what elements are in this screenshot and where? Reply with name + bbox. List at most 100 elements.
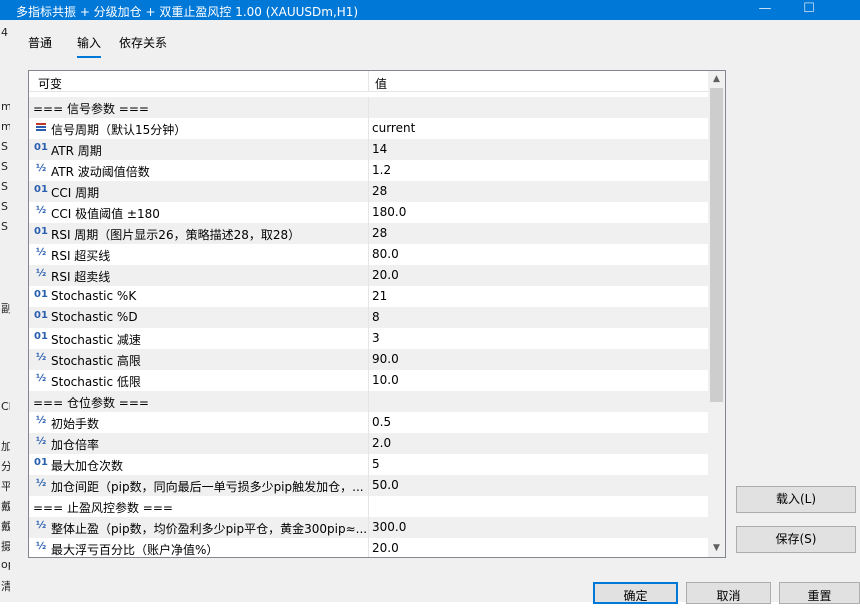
double-icon: ½ [35, 478, 47, 489]
parameter-value[interactable]: 20.0 [372, 541, 399, 555]
parameter-value[interactable]: 28 [372, 226, 387, 240]
double-icon: ½ [35, 436, 47, 447]
column-divider [368, 517, 369, 538]
parameter-value[interactable]: 300.0 [372, 520, 406, 534]
double-icon: ½ [35, 541, 47, 552]
column-divider [368, 412, 369, 433]
grid-header: 可变 值 [29, 71, 708, 92]
column-divider [368, 433, 369, 454]
parameter-name: === 止盈风控参数 === [33, 501, 173, 515]
reset-button[interactable]: 重置 [779, 582, 860, 604]
parameter-value[interactable]: 28 [372, 184, 387, 198]
table-row[interactable]: 01 Stochastic %D 8 [29, 307, 708, 328]
ea-properties-dialog: 普通 输入 依存关系 可变 值 === 信号参数 === 信号周期（默认15分钟）… [10, 20, 860, 604]
parameter-name: 加仓间距（pip数，同向最后一单亏损多少pip触发加仓，... [51, 480, 364, 494]
parameter-value[interactable]: 2.0 [372, 436, 391, 450]
parameter-name: Stochastic 减速 [51, 333, 141, 347]
parameter-name: CCI 周期 [51, 186, 100, 200]
table-row[interactable]: 01 Stochastic %K 21 [29, 286, 708, 307]
parameter-value[interactable]: 80.0 [372, 247, 399, 261]
parameter-name: === 仓位参数 === [33, 396, 149, 410]
column-divider [368, 97, 369, 118]
integer-icon: 01 [34, 310, 48, 321]
maximize-button[interactable]: ☐ [786, 0, 832, 20]
scroll-up-arrow-icon[interactable]: ▲ [708, 71, 725, 88]
background-text: S [1, 220, 8, 233]
column-divider [368, 265, 369, 286]
table-row[interactable]: ½ 加仓倍率 2.0 [29, 433, 708, 454]
ok-button[interactable]: 确定 [593, 582, 678, 604]
load-button[interactable]: 载入(L) [736, 486, 856, 513]
table-row[interactable]: 01 CCI 周期 28 [29, 181, 708, 202]
table-row[interactable]: ½ RSI 超买线 80.0 [29, 244, 708, 265]
double-icon: ½ [35, 352, 47, 363]
parameter-value[interactable]: 5 [372, 457, 380, 471]
parameter-value[interactable]: 20.0 [372, 268, 399, 282]
tab-dependencies[interactable]: 依存关系 [119, 34, 167, 56]
scroll-down-arrow-icon[interactable]: ▼ [708, 540, 725, 557]
column-divider [368, 223, 369, 244]
table-row[interactable]: ½ Stochastic 高限 90.0 [29, 349, 708, 370]
window-title: 多指标共振 + 分级加仓 + 双重止盈风控 1.00 (XAUUSDm,H1) [16, 5, 359, 19]
table-row[interactable]: ½ Stochastic 低限 10.0 [29, 370, 708, 391]
parameter-value[interactable]: 10.0 [372, 373, 399, 387]
table-row[interactable]: ½ RSI 超卖线 20.0 [29, 265, 708, 286]
table-row[interactable]: 01 Stochastic 减速 3 [29, 328, 708, 349]
parameter-value[interactable]: 3 [372, 331, 380, 345]
parameter-value[interactable]: 90.0 [372, 352, 399, 366]
section-row[interactable]: === 信号参数 === [29, 97, 708, 118]
inputs-grid: 可变 值 === 信号参数 === 信号周期（默认15分钟） current 01 AT… [28, 70, 726, 558]
parameter-name: 最大浮亏百分比（账户净值%） [51, 543, 219, 557]
vertical-scrollbar[interactable]: ▲ ▼ [708, 71, 725, 557]
tab-common[interactable]: 普通 [28, 34, 52, 56]
parameter-value[interactable]: 1.2 [372, 163, 391, 177]
parameter-name: Stochastic 低限 [51, 375, 141, 389]
column-divider [368, 139, 369, 160]
parameter-value[interactable]: 8 [372, 310, 380, 324]
double-icon: ½ [35, 205, 47, 216]
table-row[interactable]: 01 RSI 周期（图片显示26，策略描述28，取28） 28 [29, 223, 708, 244]
table-row[interactable]: ½ 最大浮亏百分比（账户净值%） 20.0 [29, 538, 708, 557]
parameter-value[interactable]: 50.0 [372, 478, 399, 492]
integer-icon: 01 [34, 184, 48, 195]
column-header-variable[interactable]: 可变 [38, 75, 62, 92]
parameter-value[interactable]: 0.5 [372, 415, 391, 429]
parameter-value[interactable]: 14 [372, 142, 387, 156]
integer-icon: 01 [34, 142, 48, 153]
section-row[interactable]: === 止盈风控参数 === [29, 496, 708, 517]
column-divider [368, 538, 369, 557]
column-divider [368, 475, 369, 496]
column-divider [368, 391, 369, 412]
enum-icon [34, 121, 48, 136]
double-icon: ½ [35, 247, 47, 258]
scrollbar-thumb[interactable] [710, 88, 723, 402]
column-divider [368, 328, 369, 349]
table-row[interactable]: ½ CCI 极值阈值 ±180 180.0 [29, 202, 708, 223]
table-row[interactable]: ½ 加仓间距（pip数，同向最后一单亏损多少pip触发加仓，... 50.0 [29, 475, 708, 496]
table-row[interactable]: 01 最大加仓次数 5 [29, 454, 708, 475]
column-header-value[interactable]: 值 [375, 75, 387, 92]
column-divider [368, 349, 369, 370]
cancel-button-label: 取消 [716, 589, 741, 603]
integer-icon: 01 [34, 331, 48, 342]
minimize-button[interactable]: — [742, 0, 788, 20]
ok-button-label: 确定 [623, 589, 648, 603]
tab-inputs[interactable]: 输入 [77, 34, 102, 58]
parameter-value[interactable]: 21 [372, 289, 387, 303]
table-row[interactable]: 01 ATR 周期 14 [29, 139, 708, 160]
parameter-name: === 信号参数 === [33, 102, 149, 116]
save-button-label: 保存(S) [775, 532, 817, 546]
table-row[interactable]: ½ ATR 波动阈值倍数 1.2 [29, 160, 708, 181]
table-row[interactable]: 信号周期（默认15分钟） current [29, 118, 708, 139]
cancel-button[interactable]: 取消 [686, 582, 771, 604]
table-row[interactable]: ½ 整体止盈（pip数，均价盈利多少pip平仓，黄金300pip≈... 300.0 [29, 517, 708, 538]
parameter-value[interactable]: 180.0 [372, 205, 406, 219]
parameter-value[interactable]: current [372, 121, 415, 135]
save-button[interactable]: 保存(S) [736, 526, 856, 553]
parameter-name: 信号周期（默认15分钟） [51, 123, 187, 137]
double-icon: ½ [35, 415, 47, 426]
section-row[interactable]: === 仓位参数 === [29, 391, 708, 412]
integer-icon: 01 [34, 226, 48, 237]
background-text: S [1, 200, 8, 213]
table-row[interactable]: ½ 初始手数 0.5 [29, 412, 708, 433]
